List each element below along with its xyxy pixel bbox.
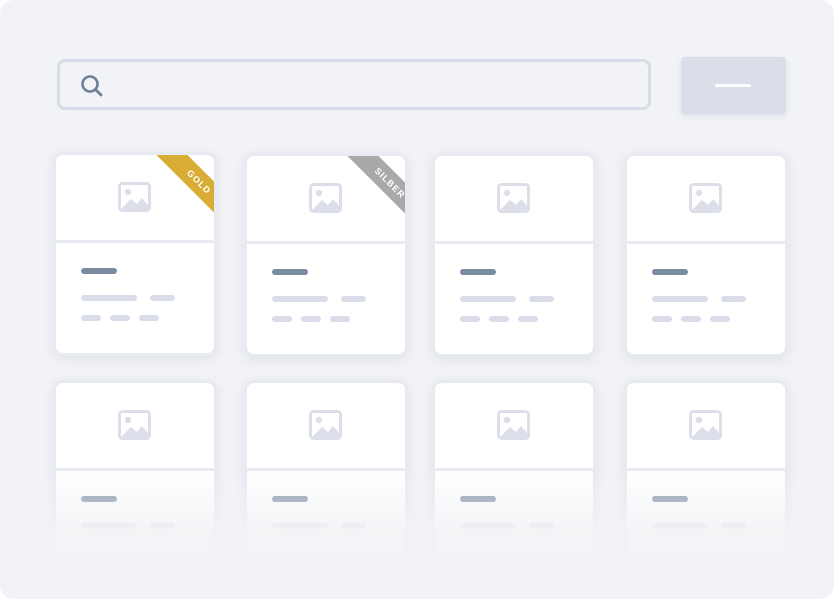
card-title-placeholder	[81, 268, 117, 274]
listing-card[interactable]	[244, 380, 408, 584]
card-image-area	[435, 156, 593, 244]
badge-ribbon: SILBER	[333, 156, 405, 228]
card-image-area	[627, 383, 785, 471]
card-text-placeholder	[150, 523, 175, 529]
listing-card[interactable]	[432, 153, 596, 357]
card-text-placeholder	[150, 295, 175, 301]
card-text-placeholder	[518, 316, 538, 322]
card-text-placeholder	[652, 316, 672, 322]
card-text-placeholder	[139, 315, 159, 321]
card-text-placeholder	[341, 296, 366, 302]
card-text-placeholder	[652, 523, 708, 529]
image-icon	[309, 410, 342, 440]
listing-card[interactable]: GOLD	[53, 152, 217, 356]
card-text-placeholder	[110, 315, 130, 321]
card-text-placeholder	[721, 296, 746, 302]
listing-card[interactable]	[624, 153, 788, 357]
card-text-placeholder	[330, 316, 350, 322]
listing-card[interactable]	[432, 380, 596, 584]
listing-card[interactable]	[53, 380, 217, 584]
card-image-area	[435, 383, 593, 471]
image-icon	[689, 183, 722, 213]
card-text-placeholder	[460, 523, 516, 529]
card-title-placeholder	[81, 496, 117, 502]
card-text-placeholder	[460, 296, 516, 302]
card-text-placeholder	[710, 316, 730, 322]
listing-card[interactable]: SILBER	[244, 153, 408, 357]
image-icon	[689, 410, 722, 440]
search-input[interactable]	[57, 59, 651, 110]
action-button[interactable]	[681, 57, 786, 114]
minus-icon	[715, 84, 751, 87]
card-text-placeholder	[81, 315, 101, 321]
image-icon	[497, 410, 530, 440]
card-text-placeholder	[652, 296, 708, 302]
card-text-placeholder	[272, 316, 292, 322]
card-title-placeholder	[652, 496, 688, 502]
card-image-area	[247, 383, 405, 471]
badge-ribbon: GOLD	[142, 155, 214, 227]
card-text-placeholder	[81, 295, 137, 301]
card-title-placeholder	[460, 269, 496, 275]
card-text-placeholder	[272, 296, 328, 302]
card-title-placeholder	[272, 269, 308, 275]
search-icon	[81, 75, 103, 97]
app-frame: GOLD SILBER	[0, 0, 834, 599]
card-text-placeholder	[489, 316, 509, 322]
card-title-placeholder	[272, 496, 308, 502]
card-text-placeholder	[341, 523, 366, 529]
card-image-area	[627, 156, 785, 244]
image-icon	[497, 183, 530, 213]
card-text-placeholder	[681, 316, 701, 322]
card-image-area	[56, 383, 214, 471]
card-title-placeholder	[460, 496, 496, 502]
listing-card[interactable]	[624, 380, 788, 584]
card-text-placeholder	[721, 523, 746, 529]
badge-label: GOLD	[152, 155, 214, 227]
card-text-placeholder	[301, 316, 321, 322]
image-icon	[118, 410, 151, 440]
card-text-placeholder	[460, 316, 480, 322]
card-text-placeholder	[81, 523, 137, 529]
card-text-placeholder	[272, 523, 328, 529]
badge-label: SILBER	[343, 156, 405, 228]
card-text-placeholder	[529, 523, 554, 529]
card-text-placeholder	[529, 296, 554, 302]
card-title-placeholder	[652, 269, 688, 275]
